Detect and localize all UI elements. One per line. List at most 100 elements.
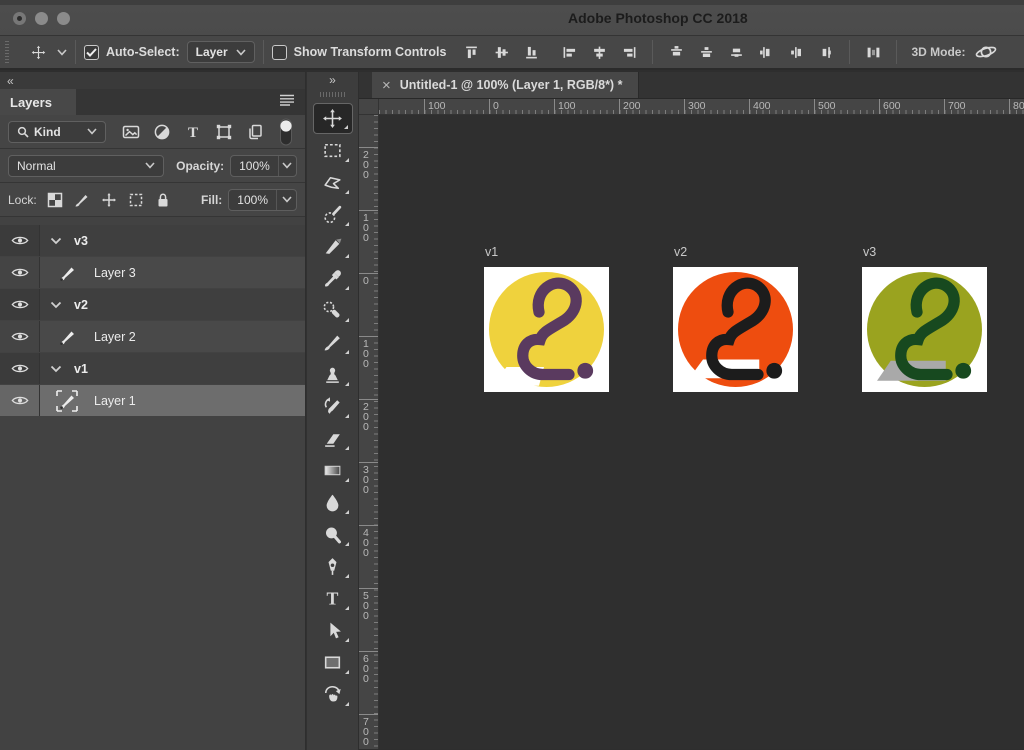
- title-bar: Adobe Photoshop CC 2018: [0, 0, 1024, 36]
- dodge-tool[interactable]: [313, 519, 353, 550]
- auto-select-checkbox[interactable]: [84, 44, 99, 60]
- expand-toolbar-button[interactable]: »: [329, 73, 336, 87]
- layer-visibility-toggle[interactable]: [0, 321, 40, 352]
- ruler-label: 0: [493, 100, 499, 112]
- opacity-chevron[interactable]: [277, 155, 296, 176]
- document-tab[interactable]: × Untitled-1 @ 100% (Layer 1, RGB/8*) *: [372, 72, 640, 98]
- distribute-top-edges-icon[interactable]: [665, 41, 687, 63]
- zoom-window-button[interactable]: [57, 12, 70, 25]
- align-bottom-edges-icon[interactable]: [520, 41, 542, 63]
- minimize-window-button[interactable]: [35, 12, 48, 25]
- lock-all-icon[interactable]: [155, 192, 171, 208]
- fill-field[interactable]: 100%: [228, 188, 297, 211]
- distribute-bottom-edges-icon[interactable]: [725, 41, 747, 63]
- layer-group-row[interactable]: v2: [0, 289, 305, 320]
- lock-position-icon[interactable]: [101, 192, 117, 208]
- fill-value[interactable]: 100%: [229, 190, 276, 210]
- layer-visibility-toggle[interactable]: [0, 353, 40, 384]
- group-expand-chevron-icon[interactable]: [50, 237, 62, 245]
- history-brush-tool[interactable]: [313, 391, 353, 422]
- show-transform-controls-checkbox[interactable]: [271, 44, 287, 60]
- filter-toggle-switch[interactable]: [275, 118, 297, 145]
- align-left-edges-icon[interactable]: [558, 41, 580, 63]
- layer-group-row[interactable]: v3: [0, 225, 305, 256]
- canvas[interactable]: v1 v2 v3: [379, 115, 1024, 749]
- clone-stamp-tool[interactable]: [313, 359, 353, 390]
- layer-visibility-toggle[interactable]: [0, 257, 40, 288]
- crop-tool[interactable]: [313, 231, 353, 262]
- logo-artwork[interactable]: v3: [862, 245, 987, 392]
- smart-object-filter-icon[interactable]: [244, 122, 266, 142]
- pixel-layer-filter-icon[interactable]: [120, 122, 142, 142]
- layer-thumbnail[interactable]: [52, 388, 82, 414]
- vertical-ruler[interactable]: 2 0 0 1 0 0 0 1 0 0 2 0 0 3 0 0 4 0 0 5 0 0 6 0 …: [359, 115, 379, 749]
- ruler-major-tick: [1009, 99, 1010, 114]
- layer-row[interactable]: Layer 3: [0, 257, 305, 288]
- align-vertical-centers-icon[interactable]: [490, 41, 512, 63]
- window-controls: [13, 12, 70, 25]
- distribute-horizontal-centers-icon[interactable]: [785, 41, 807, 63]
- close-window-button[interactable]: [13, 12, 26, 25]
- lasso-tool[interactable]: [313, 167, 353, 198]
- brush-tool[interactable]: [313, 327, 353, 358]
- filter-kind-dropdown[interactable]: Kind: [8, 120, 106, 143]
- distribute-left-edges-icon[interactable]: [755, 41, 777, 63]
- type-layer-filter-icon[interactable]: T: [182, 122, 204, 142]
- pen-tool[interactable]: [313, 551, 353, 582]
- distribute-right-edges-icon[interactable]: [815, 41, 837, 63]
- layer-row[interactable]: Layer 1: [0, 385, 305, 416]
- lock-transparency-icon[interactable]: [47, 192, 63, 208]
- rectangle-tool[interactable]: [313, 647, 353, 678]
- group-expand-chevron-icon[interactable]: [50, 365, 62, 373]
- layer-visibility-toggle[interactable]: [0, 385, 40, 416]
- opacity-value[interactable]: 100%: [231, 156, 278, 176]
- eraser-tool[interactable]: [313, 423, 353, 454]
- align-horizontal-centers-icon[interactable]: [588, 41, 610, 63]
- filter-row: Kind T: [0, 115, 305, 149]
- fill-chevron[interactable]: [276, 189, 296, 210]
- panel-menu-icon[interactable]: [279, 94, 295, 106]
- move-tool[interactable]: [312, 103, 353, 134]
- shape-layer-filter-icon[interactable]: [213, 122, 235, 142]
- lock-artboard-icon[interactable]: [128, 192, 144, 208]
- opacity-field[interactable]: 100%: [230, 154, 297, 177]
- 3d-orbit-icon[interactable]: [971, 41, 997, 63]
- eyedropper-tool[interactable]: [313, 263, 353, 294]
- close-document-icon[interactable]: ×: [382, 77, 391, 94]
- move-tool-preset-icon[interactable]: [27, 41, 49, 63]
- adjustment-layer-filter-icon[interactable]: [151, 122, 173, 142]
- align-right-edges-icon[interactable]: [618, 41, 640, 63]
- rotate-view-tool[interactable]: [313, 679, 353, 710]
- layer-visibility-toggle[interactable]: [0, 225, 40, 256]
- ruler-label: 7 0 0: [363, 716, 369, 748]
- layer-thumbnail[interactable]: [52, 260, 82, 286]
- layer-thumbnail[interactable]: [52, 324, 82, 350]
- auto-select-target-dropdown[interactable]: Layer: [186, 41, 255, 63]
- layer-row[interactable]: Layer 2: [0, 321, 305, 352]
- group-expand-chevron-icon[interactable]: [50, 301, 62, 309]
- logo-artwork[interactable]: v2: [673, 245, 798, 392]
- spot-healing-brush-tool[interactable]: [313, 295, 353, 326]
- lock-pixels-icon[interactable]: [74, 192, 90, 208]
- horizontal-ruler[interactable]: 100 0 100 200 300 400 500 600 700 800: [379, 99, 1024, 115]
- type-tool[interactable]: T: [313, 583, 353, 614]
- options-bar-grip[interactable]: [3, 41, 11, 63]
- align-top-edges-icon[interactable]: [460, 41, 482, 63]
- gradient-tool[interactable]: [313, 455, 353, 486]
- quick-selection-tool[interactable]: [313, 199, 353, 230]
- logo-artwork[interactable]: v1: [484, 245, 609, 392]
- ruler-major-tick: [749, 99, 750, 114]
- collapse-panel-button[interactable]: «: [7, 74, 14, 88]
- blur-tool[interactable]: [313, 487, 353, 518]
- tool-preset-chevron-icon[interactable]: [57, 48, 67, 56]
- rectangular-marquee-tool[interactable]: [313, 135, 353, 166]
- distribute-vertical-centers-icon[interactable]: [695, 41, 717, 63]
- distribute-spacing-icon[interactable]: [862, 41, 884, 63]
- layer-visibility-toggle[interactable]: [0, 289, 40, 320]
- ruler-origin-corner[interactable]: [359, 99, 379, 115]
- layer-group-row[interactable]: v1: [0, 353, 305, 384]
- blend-mode-dropdown[interactable]: Normal: [8, 154, 165, 177]
- toolbar-grip[interactable]: [319, 92, 346, 97]
- tab-layers[interactable]: Layers: [0, 89, 76, 115]
- path-selection-tool[interactable]: [313, 615, 353, 646]
